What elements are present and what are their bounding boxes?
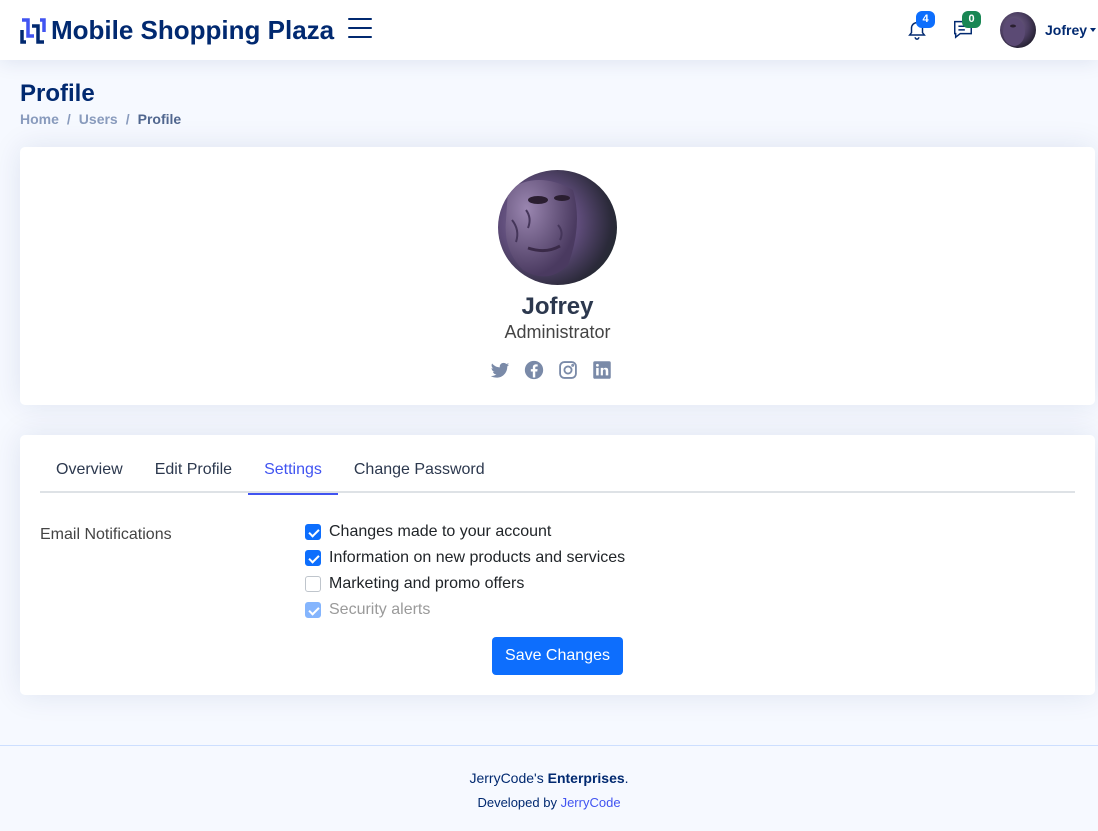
breadcrumb: Home / Users / Profile <box>20 111 181 127</box>
new-products-checkbox[interactable] <box>305 550 321 566</box>
tab-settings[interactable]: Settings <box>248 451 338 495</box>
copyright-prefix: JerryCode's <box>469 770 548 786</box>
profile-avatar <box>498 170 617 285</box>
checkbox-label: Security alerts <box>329 601 431 618</box>
copyright: JerryCode's Enterprises. <box>0 770 1098 786</box>
linkedin-icon[interactable] <box>592 360 612 380</box>
profile-name: Jofrey <box>521 293 594 320</box>
top-header: Mobile Shopping Plaza 4 0 Jofrey <box>0 0 1098 60</box>
option-security-alerts: Security alerts <box>305 597 625 623</box>
credits-link[interactable]: JerryCode <box>561 795 621 810</box>
credits: Developed by JerryCode <box>0 795 1098 810</box>
profile-card: Jofrey Administrator <box>20 147 1095 405</box>
security-alerts-checkbox <box>305 602 321 618</box>
profile-role: Administrator <box>504 322 611 342</box>
twitter-icon[interactable] <box>490 360 510 380</box>
checkbox-label: Changes made to your account <box>329 523 552 540</box>
breadcrumb-home[interactable]: Home <box>20 111 59 127</box>
instagram-icon[interactable] <box>558 360 578 380</box>
checkbox-label: Information on new products and services <box>329 549 626 566</box>
save-changes-button[interactable]: Save Changes <box>492 637 623 675</box>
tab-overview[interactable]: Overview <box>40 451 139 493</box>
user-name: Jofrey <box>1045 22 1088 38</box>
messages-badge: 0 <box>962 11 981 28</box>
account-changes-checkbox[interactable] <box>305 524 321 540</box>
logo[interactable]: Mobile Shopping Plaza <box>20 15 334 46</box>
tab-edit-profile[interactable]: Edit Profile <box>139 451 248 493</box>
notifications-badge: 4 <box>916 11 935 28</box>
option-new-products[interactable]: Information on new products and services <box>305 545 625 571</box>
checkbox-label: Marketing and promo offers <box>329 575 525 592</box>
user-menu[interactable]: Jofrey <box>1000 12 1097 48</box>
notifications-button[interactable]: 4 <box>902 11 935 44</box>
breadcrumb-current: Profile <box>137 111 182 127</box>
email-notifications-label: Email Notifications <box>40 526 172 543</box>
avatar <box>1000 12 1036 48</box>
menu-toggle-icon[interactable] <box>348 18 372 40</box>
profile-tabs: Overview Edit Profile Settings Change Pa… <box>40 451 1075 495</box>
option-marketing[interactable]: Marketing and promo offers <box>305 571 625 597</box>
brand-name: Mobile Shopping Plaza <box>51 15 335 45</box>
marketing-checkbox[interactable] <box>305 576 321 592</box>
copyright-company: Enterprises <box>547 770 625 786</box>
footer: JerryCode's Enterprises. Developed by Je… <box>0 745 1098 831</box>
email-notifications-options: Changes made to your account Information… <box>305 519 625 623</box>
option-account-changes[interactable]: Changes made to your account <box>305 519 625 545</box>
social-links <box>490 360 612 380</box>
copyright-suffix: . <box>624 770 629 786</box>
settings-card: Overview Edit Profile Settings Change Pa… <box>20 435 1095 695</box>
breadcrumb-users[interactable]: Users <box>79 111 118 127</box>
logo-icon <box>20 17 46 44</box>
page-title: Profile <box>20 80 95 107</box>
breadcrumb-separator: / <box>66 111 71 127</box>
chevron-down-icon <box>1090 28 1097 32</box>
messages-button[interactable]: 0 <box>948 11 981 44</box>
tab-change-password[interactable]: Change Password <box>338 451 501 493</box>
breadcrumb-separator: / <box>125 111 130 127</box>
facebook-icon[interactable] <box>524 360 544 380</box>
credits-prefix: Developed by <box>477 795 561 810</box>
